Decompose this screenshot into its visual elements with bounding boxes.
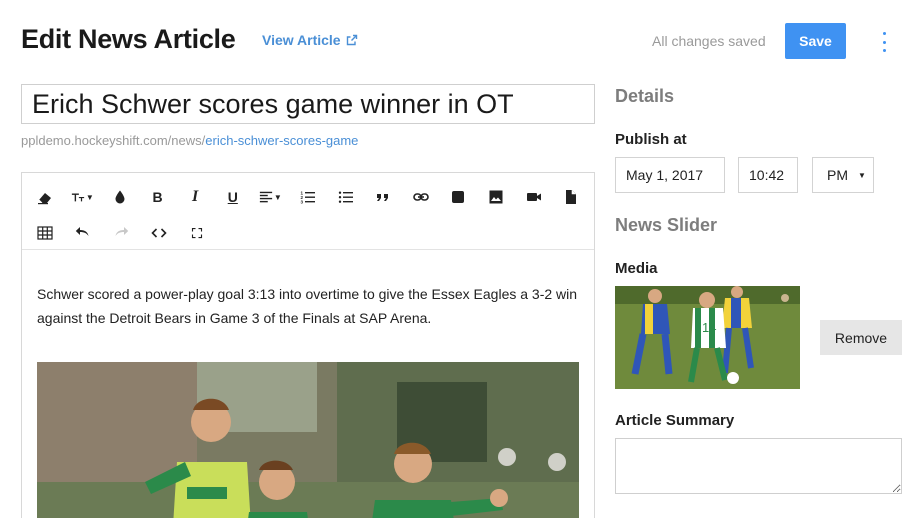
text-size-icon[interactable]: ▼ [64, 181, 102, 213]
external-link-icon [346, 34, 357, 46]
news-slider-heading: News Slider [615, 215, 718, 235]
fullscreen-icon[interactable] [178, 217, 216, 249]
chevron-down-icon: ▼ [273, 192, 282, 202]
video-icon[interactable] [515, 181, 553, 213]
chevron-down-icon: ▼ [858, 170, 866, 180]
url-slug[interactable]: erich-schwer-scores-game [205, 133, 358, 148]
chevron-down-icon: ▼ [85, 192, 94, 202]
ordered-list-icon[interactable]: 123 [289, 181, 327, 213]
image-icon[interactable] [477, 181, 515, 213]
table-block-icon[interactable] [440, 181, 478, 213]
article-body-text[interactable]: Schwer scored a power-play goal 3:13 int… [37, 282, 579, 330]
bold-icon[interactable]: B [139, 181, 177, 213]
svg-text:3: 3 [300, 200, 303, 205]
quote-icon[interactable] [364, 181, 402, 213]
publish-date-field[interactable] [615, 157, 725, 193]
code-icon[interactable] [140, 217, 178, 249]
underline-icon[interactable]: U [214, 181, 252, 213]
rich-text-editor: ▼ B I U ▼ 123 Schwer scored a power-play… [21, 172, 595, 518]
publish-time-field[interactable] [738, 157, 798, 193]
publish-at-label: Publish at [615, 131, 687, 148]
italic-icon[interactable]: I [176, 181, 214, 213]
eraser-icon[interactable] [26, 181, 64, 213]
article-summary-label: Article Summary [615, 412, 735, 429]
details-heading: Details [615, 86, 675, 106]
article-title-input[interactable] [21, 84, 595, 124]
view-article-label: View Article [262, 32, 341, 48]
remove-media-button[interactable]: Remove [820, 320, 902, 355]
undo-icon[interactable] [64, 217, 102, 249]
media-thumbnail[interactable]: 14 [615, 286, 800, 389]
article-url: ppldemo.hockeyshift.com/news/erich-schwe… [21, 133, 386, 148]
bullet-list-icon[interactable] [327, 181, 365, 213]
article-photo[interactable] [37, 362, 579, 518]
more-options-icon[interactable] [876, 32, 892, 52]
view-article-link[interactable]: View Article [262, 32, 358, 48]
page-header: Edit News Article View Article All chang… [0, 0, 921, 80]
am-pm-value: PM [827, 167, 848, 183]
article-summary-field[interactable] [615, 438, 902, 494]
table-icon[interactable] [26, 217, 64, 249]
color-drop-icon[interactable] [101, 181, 139, 213]
page-title: Edit News Article [21, 24, 236, 54]
svg-text:14: 14 [702, 320, 716, 335]
url-base: ppldemo.hockeyshift.com/news/ [21, 133, 206, 148]
save-button[interactable]: Save [785, 23, 846, 59]
editor-content[interactable]: Schwer scored a power-play goal 3:13 int… [22, 250, 594, 518]
file-icon[interactable] [552, 181, 590, 213]
align-icon[interactable]: ▼ [252, 181, 290, 213]
save-status: All changes saved [652, 33, 766, 49]
link-icon[interactable] [402, 181, 440, 213]
am-pm-select[interactable]: PM ▼ [812, 157, 874, 193]
editor-toolbar: ▼ B I U ▼ 123 [22, 173, 594, 250]
redo-icon[interactable] [102, 217, 140, 249]
media-label: Media [615, 260, 658, 277]
